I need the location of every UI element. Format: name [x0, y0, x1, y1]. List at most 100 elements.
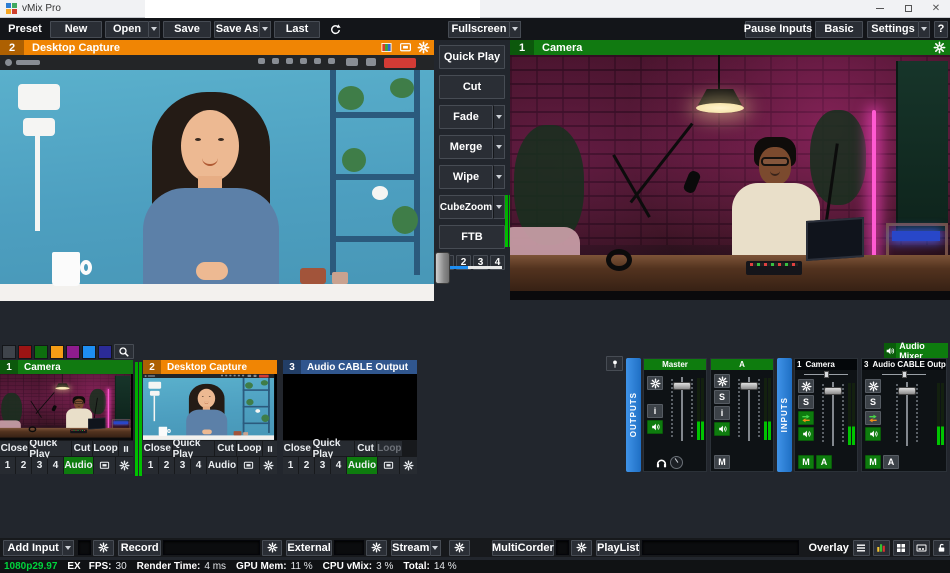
input-2-cut-button[interactable]: Cut: [215, 441, 236, 456]
transition-tbar-handle[interactable]: [435, 252, 450, 284]
headphones-icon[interactable]: [655, 456, 668, 469]
input-2-settings-button[interactable]: [260, 457, 277, 474]
mixer-bus-a-m-button[interactable]: M: [714, 455, 730, 469]
input-1-audio-button[interactable]: Audio: [64, 457, 93, 474]
external-settings-button[interactable]: [366, 540, 387, 556]
input-3-close-button[interactable]: Close: [283, 441, 312, 456]
mixer-input-3-route-button[interactable]: [865, 411, 881, 425]
last-button[interactable]: Last: [274, 21, 320, 38]
input-1-bus-4[interactable]: 4: [48, 457, 63, 474]
input-1-pause-button[interactable]: [119, 441, 133, 456]
record-button[interactable]: Record: [118, 540, 161, 556]
colorbars-icon[interactable]: [379, 41, 394, 54]
restart-button[interactable]: [322, 21, 348, 38]
fullscreen-dropdown[interactable]: [510, 21, 521, 38]
mixer-pin-button[interactable]: [606, 356, 623, 371]
audio-levels-button[interactable]: [873, 540, 890, 556]
input-3-header[interactable]: 3 Audio CABLE Output: [283, 360, 417, 374]
mixer-input-3-pan[interactable]: [862, 370, 946, 379]
mixer-bus-a-settings-button[interactable]: [714, 374, 730, 388]
input-3-settings-button[interactable]: [400, 457, 417, 474]
transition-wipe-button[interactable]: Wipe: [439, 165, 493, 189]
input-1-bus-1[interactable]: 1: [0, 457, 15, 474]
input-2-thumbnail[interactable]: [143, 374, 277, 440]
fader-thumb[interactable]: [898, 387, 916, 395]
preset-button[interactable]: Preset: [0, 21, 50, 38]
titles-button[interactable]: [913, 540, 930, 556]
basic-button[interactable]: Basic: [815, 21, 863, 38]
pan-thumb[interactable]: [824, 371, 829, 378]
audio-mixer-button[interactable]: Audio Mixer: [884, 343, 948, 358]
input-2-bus-4[interactable]: 4: [191, 457, 206, 474]
mixer-input-1-a-button[interactable]: A: [816, 455, 832, 469]
input-1-quick-play-button[interactable]: Quick Play: [29, 441, 70, 456]
mixer-input-1-fader[interactable]: [822, 382, 844, 446]
record-settings-button[interactable]: [262, 540, 283, 556]
category-swatch-gray[interactable]: [2, 345, 16, 359]
input-1-cut-button[interactable]: Cut: [72, 441, 93, 456]
mixer-bus-a-mute-button[interactable]: [714, 422, 730, 436]
multiview-button[interactable]: [893, 540, 910, 556]
mixer-bus-a-info-button[interactable]: i: [714, 406, 730, 420]
overlay-button[interactable]: Overlay: [809, 540, 849, 556]
input-3-fullscreen-button[interactable]: [378, 457, 399, 474]
close-button[interactable]: ✕: [922, 0, 950, 18]
mixer-bus-a-solo-button[interactable]: S: [714, 390, 730, 404]
input-1-settings-button[interactable]: [116, 457, 133, 474]
input-1-bus-3[interactable]: 3: [32, 457, 47, 474]
lock-button[interactable]: [933, 540, 950, 556]
input-3-loop-button[interactable]: Loop: [377, 441, 402, 456]
multicorder-button[interactable]: MultiCorder: [492, 540, 554, 556]
save-button[interactable]: Save: [163, 21, 211, 38]
input-3-bus-1[interactable]: 1: [283, 457, 298, 474]
transition-ftb-button[interactable]: FTB: [439, 225, 505, 249]
add-input-dropdown[interactable]: [63, 540, 73, 556]
input-3-thumbnail[interactable]: [283, 374, 417, 440]
transition-wipe-dropdown[interactable]: [493, 165, 505, 189]
transition-cut-button[interactable]: Cut: [439, 75, 505, 99]
add-input-button[interactable]: Add Input: [3, 540, 63, 556]
settings-button[interactable]: Settings: [867, 21, 919, 38]
open-button[interactable]: Open: [105, 21, 149, 38]
input-2-audio-button[interactable]: Audio: [207, 457, 237, 474]
external-button[interactable]: External: [286, 540, 331, 556]
new-button[interactable]: New: [50, 21, 102, 38]
input-1-close-button[interactable]: Close: [0, 441, 28, 456]
input-3-quick-play-button[interactable]: Quick Play: [313, 441, 355, 456]
save-as-button[interactable]: Save As: [214, 21, 260, 38]
mixer-input-1-mute-button[interactable]: [798, 427, 814, 441]
transition-cubezoom-button[interactable]: CubeZoom: [439, 195, 493, 219]
list-view-button[interactable]: [853, 540, 870, 556]
open-dropdown[interactable]: [149, 21, 160, 38]
category-swatch-blue[interactable]: [82, 345, 96, 359]
category-swatch-green[interactable]: [34, 345, 48, 359]
settings-dropdown[interactable]: [919, 21, 930, 38]
input-2-fullscreen-button[interactable]: [238, 457, 259, 474]
mixer-input-1-settings-button[interactable]: [798, 379, 814, 393]
input-2-quick-play-button[interactable]: Quick Play: [173, 441, 215, 456]
input-2-bus-1[interactable]: 1: [143, 457, 158, 474]
input-1-thumbnail[interactable]: [0, 374, 133, 440]
input-3-audio-button[interactable]: Audio: [347, 457, 377, 474]
input-2-bus-3[interactable]: 3: [175, 457, 190, 474]
monitor-icon[interactable]: [398, 41, 413, 54]
program-video[interactable]: [510, 55, 950, 300]
headphone-volume-knob[interactable]: [670, 456, 683, 469]
input-2-close-button[interactable]: Close: [143, 441, 172, 456]
input-1-header[interactable]: 1 Camera: [0, 360, 133, 374]
mixer-master-fader[interactable]: [671, 377, 693, 441]
input-2-header[interactable]: 2 Desktop Capture: [143, 360, 277, 374]
mixer-master-info-button[interactable]: i: [647, 404, 663, 418]
stream-dropdown[interactable]: [431, 540, 441, 556]
mixer-input-1-pan[interactable]: [795, 370, 857, 379]
input-3-bus-3[interactable]: 3: [315, 457, 330, 474]
input-2-pause-button[interactable]: [263, 441, 277, 456]
preview-video[interactable]: [0, 55, 434, 301]
search-button[interactable]: [114, 344, 134, 359]
input-1-fullscreen-button[interactable]: [94, 457, 115, 474]
transition-cubezoom-dropdown[interactable]: [493, 195, 505, 219]
input-3-cut-button[interactable]: Cut: [355, 441, 376, 456]
gear-icon[interactable]: [933, 41, 946, 54]
multicorder-settings-button[interactable]: [571, 540, 592, 556]
save-as-dropdown[interactable]: [260, 21, 271, 38]
